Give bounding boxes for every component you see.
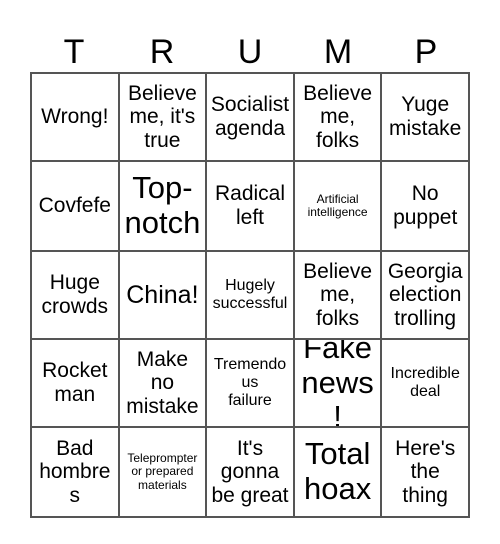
bingo-grid: Wrong! Believe me, it's true Socialist age… <box>30 72 470 518</box>
bingo-header: T R U M P <box>30 18 470 72</box>
bingo-cell-label: Incredible deal <box>390 365 460 400</box>
bingo-cell-r3c1[interactable]: Huge crowds <box>32 252 120 340</box>
bingo-cell-label: Here's the thing <box>395 436 456 507</box>
bingo-cell-label: Socialist agenda <box>210 93 290 140</box>
bingo-cell-r3c4[interactable]: Believe me, folks <box>294 252 383 340</box>
bingo-cell-r2c3[interactable]: Radical left <box>207 162 295 252</box>
bingo-cell-label: Tremendous failure <box>213 356 287 409</box>
bingo-cell-r5c4[interactable]: Total hoax <box>294 428 383 518</box>
bingo-cell-r3c3[interactable]: Hugely successful <box>207 252 295 340</box>
bingo-cell-r4c4[interactable]: Fake news! <box>294 340 383 428</box>
bingo-cell-r1c5[interactable]: Yuge mistake <box>382 74 470 162</box>
bingo-cell-label: China! <box>126 281 199 309</box>
bingo-cell-r5c5[interactable]: Here's the thing <box>382 428 470 518</box>
bingo-cell-label: Wrong! <box>41 105 109 129</box>
header-letter-2: R <box>149 33 175 71</box>
header-letter-4: M <box>323 33 353 71</box>
bingo-cell-r2c2[interactable]: Top- notch <box>119 162 208 252</box>
bingo-cell-r1c1[interactable]: Wrong! <box>32 74 120 162</box>
bingo-cell-label: Covfefe <box>38 194 111 218</box>
bingo-cell-r4c5[interactable]: Incredible deal <box>382 340 470 428</box>
header-letter-5: P <box>414 33 438 71</box>
bingo-cell-r2c4[interactable]: Artificial intelligence <box>294 162 383 252</box>
bingo-cell-r5c1[interactable]: Bad hombres <box>32 428 120 518</box>
bingo-cell-label: Yuge mistake <box>389 93 462 140</box>
bingo-cell-label: Hugely successful <box>212 277 288 312</box>
bingo-cell-r2c1[interactable]: Covfefe <box>32 162 120 252</box>
bingo-cell-label: Fake news! <box>301 340 374 428</box>
bingo-cell-label: Georgia election trolling <box>387 259 463 330</box>
bingo-cell-label: Huge crowds <box>41 271 109 318</box>
bingo-cell-r1c4[interactable]: Believe me, folks <box>294 74 383 162</box>
bingo-cell-label: No puppet <box>393 182 458 229</box>
bingo-cell-r1c2[interactable]: Believe me, it's true <box>119 74 208 162</box>
bingo-cell-r4c2[interactable]: Make no mistake <box>119 340 208 428</box>
bingo-cell-label: Artificial intelligence <box>307 191 368 219</box>
header-letter-1: T <box>63 33 85 71</box>
bingo-cell-label: Total hoax <box>303 436 372 506</box>
bingo-cell-r5c2[interactable]: Teleprompter or prepared materials <box>119 428 208 518</box>
bingo-cell-r1c3[interactable]: Socialist agenda <box>207 74 295 162</box>
bingo-cell-r5c3[interactable]: It's gonna be great <box>207 428 295 518</box>
bingo-cell-r2c5[interactable]: No puppet <box>382 162 470 252</box>
bingo-cell-label: It's gonna be great <box>211 436 289 507</box>
bingo-cell-label: Believe me, folks <box>303 259 373 330</box>
bingo-cell-label: Radical left <box>214 182 286 229</box>
bingo-cell-label: Teleprompter or prepared materials <box>127 450 198 492</box>
bingo-cell-label: Bad hombres <box>39 436 111 507</box>
bingo-card: T R U M P Wrong! Believe me, it's true Soc… <box>0 0 500 544</box>
bingo-cell-r4c3[interactable]: Tremendous failure <box>207 340 295 428</box>
bingo-cell-r4c1[interactable]: Rocket man <box>32 340 120 428</box>
bingo-cell-label: Believe me, it's true <box>127 81 197 152</box>
bingo-cell-label: Top- notch <box>124 170 201 240</box>
bingo-cell-label: Rocket man <box>42 359 108 406</box>
bingo-cell-r3c5[interactable]: Georgia election trolling <box>382 252 470 340</box>
bingo-cell-label: Make no mistake <box>126 347 199 418</box>
header-letter-3: U <box>237 33 263 71</box>
bingo-cell-r3c2[interactable]: China! <box>119 252 208 340</box>
bingo-cell-label: Believe me, folks <box>303 81 373 152</box>
